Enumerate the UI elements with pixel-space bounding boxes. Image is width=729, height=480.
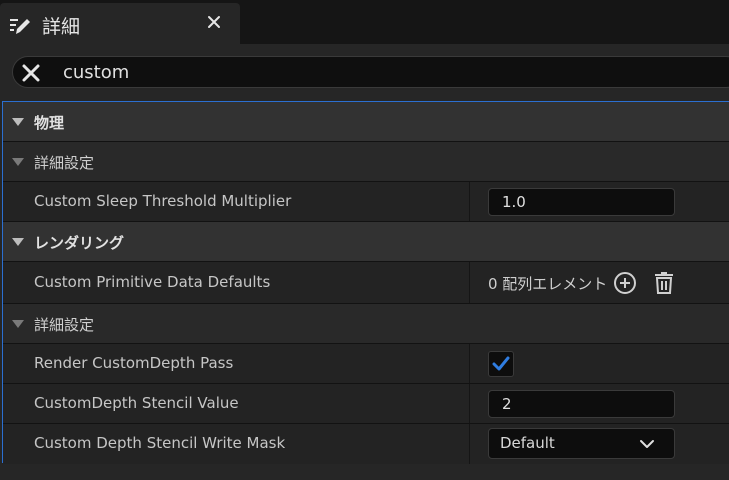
stencil-value-input[interactable] [488,390,675,418]
property-label: Custom Depth Stencil Write Mask [34,434,286,452]
subcategory-physics-advanced[interactable]: 詳細設定 [3,142,729,182]
clear-search-icon[interactable] [19,61,43,85]
category-label: 物理 [34,114,65,132]
subcategory-rendering-advanced[interactable]: 詳細設定 [3,304,729,344]
property-label: CustomDepth Stencil Value [34,394,239,412]
custom-depth-pass-checkbox[interactable] [488,351,514,377]
add-element-icon[interactable] [613,271,637,295]
property-label: Render CustomDepth Pass [34,354,234,372]
close-icon[interactable] [205,13,223,31]
column-divider [469,182,470,221]
search-bar [12,56,729,88]
property-row-stencil-value: CustomDepth Stencil Value [3,384,729,424]
dropdown-value: Default [500,434,555,452]
details-pencil-icon [10,19,30,34]
property-label: Custom Primitive Data Defaults [34,273,271,291]
category-rendering[interactable]: レンダリング [3,222,729,262]
column-divider [469,344,470,383]
property-row-stencil-write-mask: Custom Depth Stencil Write Mask Default [3,424,729,464]
tab-title: 詳細 [42,16,81,38]
subcategory-label: 詳細設定 [34,316,95,334]
trash-icon[interactable] [653,271,675,295]
property-list: 物理 詳細設定 Custom Sleep Threshold Multiplie… [2,101,729,464]
column-divider [469,424,470,464]
column-divider [469,262,470,303]
property-row-sleep-threshold: Custom Sleep Threshold Multiplier [3,182,729,222]
sleep-threshold-input[interactable] [488,188,675,216]
array-element-count: 0 配列エレメント [488,275,608,293]
details-panel: 物理 詳細設定 Custom Sleep Threshold Multiplie… [0,44,729,480]
category-label: レンダリング [34,234,125,252]
search-input[interactable] [63,57,663,87]
chevron-down-icon [640,440,654,448]
checkmark-icon [492,356,510,371]
subcategory-label: 詳細設定 [34,154,95,172]
column-divider [469,384,470,423]
caret-down-icon[interactable] [11,235,25,249]
category-physics[interactable]: 物理 [3,102,729,142]
property-row-primitive-data: Custom Primitive Data Defaults 0 配列エレメント [3,262,729,304]
details-tab[interactable]: 詳細 [0,3,240,44]
caret-down-icon[interactable] [11,317,25,331]
property-label: Custom Sleep Threshold Multiplier [34,192,292,210]
property-row-custom-depth-pass: Render CustomDepth Pass [3,344,729,384]
caret-down-icon[interactable] [11,115,25,129]
tab-bar: 詳細 [0,0,729,44]
caret-down-icon[interactable] [11,155,25,169]
stencil-write-mask-dropdown[interactable]: Default [488,428,675,459]
